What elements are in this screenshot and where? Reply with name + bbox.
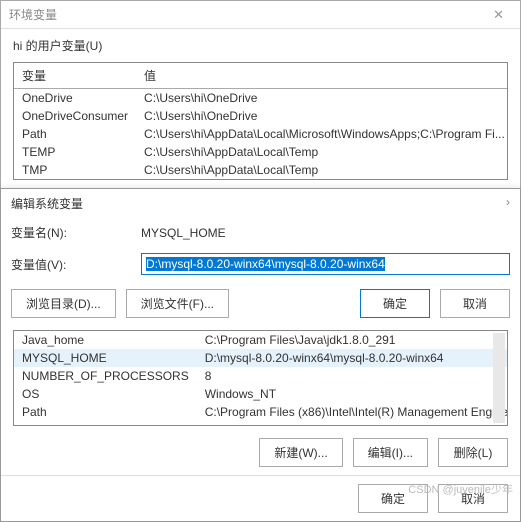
new-button[interactable]: 新建(W)... xyxy=(259,438,342,467)
var-name-value[interactable]: MYSQL_HOME xyxy=(141,226,510,240)
table-row: OSWindows_NT xyxy=(14,385,508,403)
var-name-label: 变量名(N): xyxy=(11,224,141,241)
scrollbar[interactable] xyxy=(493,333,505,423)
chevron-right-icon: › xyxy=(506,195,510,212)
delete-button[interactable]: 删除(L) xyxy=(438,438,508,467)
browse-dir-button[interactable]: 浏览目录(D)... xyxy=(11,289,116,318)
titlebar: 环境变量 ✕ xyxy=(1,1,520,29)
var-value-label: 变量值(V): xyxy=(11,256,141,273)
watermark: CSDN @juvenile少年 xyxy=(408,481,513,497)
sys-vars-table[interactable]: Java_homeC:\Program Files\Java\jdk1.8.0_… xyxy=(13,330,508,426)
user-vars-table[interactable]: 变量 值 OneDriveC:\Users\hi\OneDrive OneDri… xyxy=(13,62,508,180)
table-row: MYSQL_HOMED:\mysql-8.0.20-winx64\mysql-8… xyxy=(14,349,508,367)
close-icon[interactable]: ✕ xyxy=(485,7,512,23)
table-row: OneDriveC:\Users\hi\OneDrive xyxy=(14,89,508,108)
browse-file-button[interactable]: 浏览文件(F)... xyxy=(126,289,229,318)
ok-button[interactable]: 确定 xyxy=(360,289,430,318)
table-row: NUMBER_OF_PROCESSORS8 xyxy=(14,367,508,385)
col-value[interactable]: 值 xyxy=(136,63,508,89)
table-row: PathC:\Program Files (x86)\Intel\Intel(R… xyxy=(14,403,508,421)
table-row: OneDriveConsumerC:\Users\hi\OneDrive xyxy=(14,107,508,125)
table-row: TEMPC:\Users\hi\AppData\Local\Temp xyxy=(14,143,508,161)
edit-button[interactable]: 编辑(I)... xyxy=(353,438,428,467)
table-row: TMPC:\Users\hi\AppData\Local\Temp xyxy=(14,161,508,179)
modal-title: 编辑系统变量 xyxy=(11,195,83,212)
table-row: Java_homeC:\Program Files\Java\jdk1.8.0_… xyxy=(14,331,508,349)
var-value-input[interactable]: D:\mysql-8.0.20-winx64\mysql-8.0.20-winx… xyxy=(141,253,510,275)
table-row: PathC:\Users\hi\AppData\Local\Microsoft\… xyxy=(14,125,508,143)
edit-sysvar-dialog: 编辑系统变量 › 变量名(N): MYSQL_HOME 变量值(V): D:\m… xyxy=(0,188,521,522)
col-name[interactable]: 变量 xyxy=(14,63,136,89)
table-row: PATHEXT.COM;.EXE;.BAT;.CMD;.VBS;.VBE;.JS… xyxy=(14,421,508,426)
cancel-button[interactable]: 取消 xyxy=(440,289,510,318)
window-title: 环境变量 xyxy=(9,6,57,23)
user-vars-label: hi 的用户变量(U) xyxy=(1,29,520,58)
modal-titlebar: 编辑系统变量 › xyxy=(1,189,520,218)
